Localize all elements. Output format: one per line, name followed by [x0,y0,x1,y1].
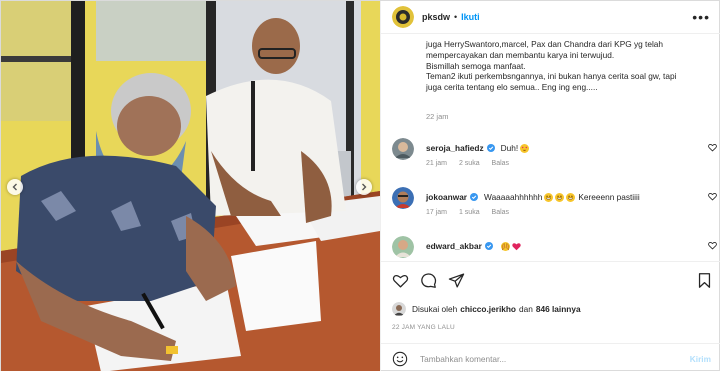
verified-badge-icon [470,193,479,201]
post-comment-button[interactable]: Kirim [690,354,711,364]
verified-badge-icon [484,242,493,250]
add-comment-bar: Kirim [381,343,720,371]
like-heart-icon[interactable] [392,272,409,289]
commenter-avatar[interactable] [392,138,414,160]
bookmark-icon [698,273,711,288]
save-bookmark-button[interactable] [696,272,713,289]
reply-button[interactable]: Balas [492,160,510,167]
chevron-right-icon [362,183,367,191]
caption-line: Bismillah semoga manfaat. [426,60,526,71]
commenter-username[interactable]: jokoanwar [426,192,467,202]
comment-time[interactable]: 21 jam [426,160,447,167]
verified-badge-icon [486,144,495,152]
likes-and: dan [519,304,533,314]
commenter-avatar-image [392,236,414,258]
heart-eyes-emoji [520,143,530,153]
commenter-avatar[interactable] [392,236,414,258]
action-icons [392,272,465,289]
likes-summary: Disukai oleh chicco.jerikho dan 846 lain… [392,302,584,316]
red-heart-emoji [512,242,521,250]
comment-line: edward_akbar [426,241,521,251]
liker-username[interactable]: chicco.jerikho [460,304,516,314]
likes-prefix: Disukai oleh [412,304,458,314]
grin-emoji [555,192,565,202]
raised-hands-emoji [500,241,510,251]
grin-emoji [566,192,576,202]
post-photo-illustration [1,1,380,371]
commenter-username[interactable]: seroja_hafiedz [426,143,484,153]
comment-text: Waaaaahhhhhh [484,192,543,202]
author-avatar[interactable] [392,6,414,28]
liker-avatar[interactable] [392,302,406,316]
commenter-avatar[interactable] [392,187,414,209]
post-side-panel: pksdw • Ikuti ••• juga HerrySwantoro,mar… [380,1,720,371]
comment-meta: 17 jam 1 suka Balas [426,209,519,216]
post-timestamp[interactable]: 22 JAM YANG LALU [392,324,455,331]
post-actions-section: Disukai oleh chicco.jerikho dan 846 lain… [381,261,720,371]
comment-meta: 21 jam 2 suka Balas [426,160,519,167]
more-options-icon[interactable]: ••• [692,10,710,24]
chevron-left-icon [12,183,17,191]
author-avatar-image [392,6,414,28]
next-photo-button[interactable] [356,179,372,195]
grin-emoji [544,192,554,202]
comment-line: jokoanwar Waaaaahhhhhh Kereeenn pastiiii [426,192,640,202]
comment-likes[interactable]: 1 suka [459,209,480,216]
caption-line: mempercayakan dan membantu karya ini ter… [426,49,615,60]
caption-line: Teman2 ikuti perkembsngannya, ini bukan … [426,71,677,82]
comment-time[interactable]: 17 jam [426,209,447,216]
previous-photo-button[interactable] [7,179,23,195]
comment-bubble-icon[interactable] [420,272,437,289]
comment-text: Duh! [500,143,519,153]
commenter-avatar-image [392,138,414,160]
emoji-smiley-icon[interactable] [392,351,408,367]
caption-timestamp[interactable]: 22 jam [426,112,449,121]
likes-count[interactable]: 846 lainnya [536,304,581,314]
header-separator: • [454,12,458,22]
commenter-username[interactable]: edward_akbar [426,241,482,251]
author-username[interactable]: pksdw [422,12,450,22]
post-photo[interactable] [1,1,380,371]
like-comment-heart-icon[interactable] [708,143,717,152]
caption-line: juga cerita tentang elo semua.. Eng ing … [426,82,598,93]
liker-avatar-image [392,302,406,316]
post-header: pksdw • Ikuti ••• [381,1,720,34]
comments-scroll-area[interactable]: juga HerrySwantoro,marcel, Pax dan Chand… [381,35,720,260]
post-caption: juga HerrySwantoro,marcel, Pax dan Chand… [426,39,714,93]
share-paper-plane-icon[interactable] [448,272,465,289]
comment-text-continued: Kereeenn pastiiii [578,192,640,202]
comment-likes[interactable]: 2 suka [459,160,480,167]
instagram-post-window: pksdw • Ikuti ••• juga HerrySwantoro,mar… [0,0,720,371]
like-comment-heart-icon[interactable] [708,192,717,201]
commenter-avatar-image [392,187,414,209]
comment-input[interactable] [420,353,670,364]
follow-button[interactable]: Ikuti [461,12,480,22]
like-comment-heart-icon[interactable] [708,241,717,250]
reply-button[interactable]: Balas [492,209,510,216]
comment-line: seroja_hafiedz Duh! [426,143,530,153]
caption-line: juga HerrySwantoro,marcel, Pax dan Chand… [426,39,664,49]
